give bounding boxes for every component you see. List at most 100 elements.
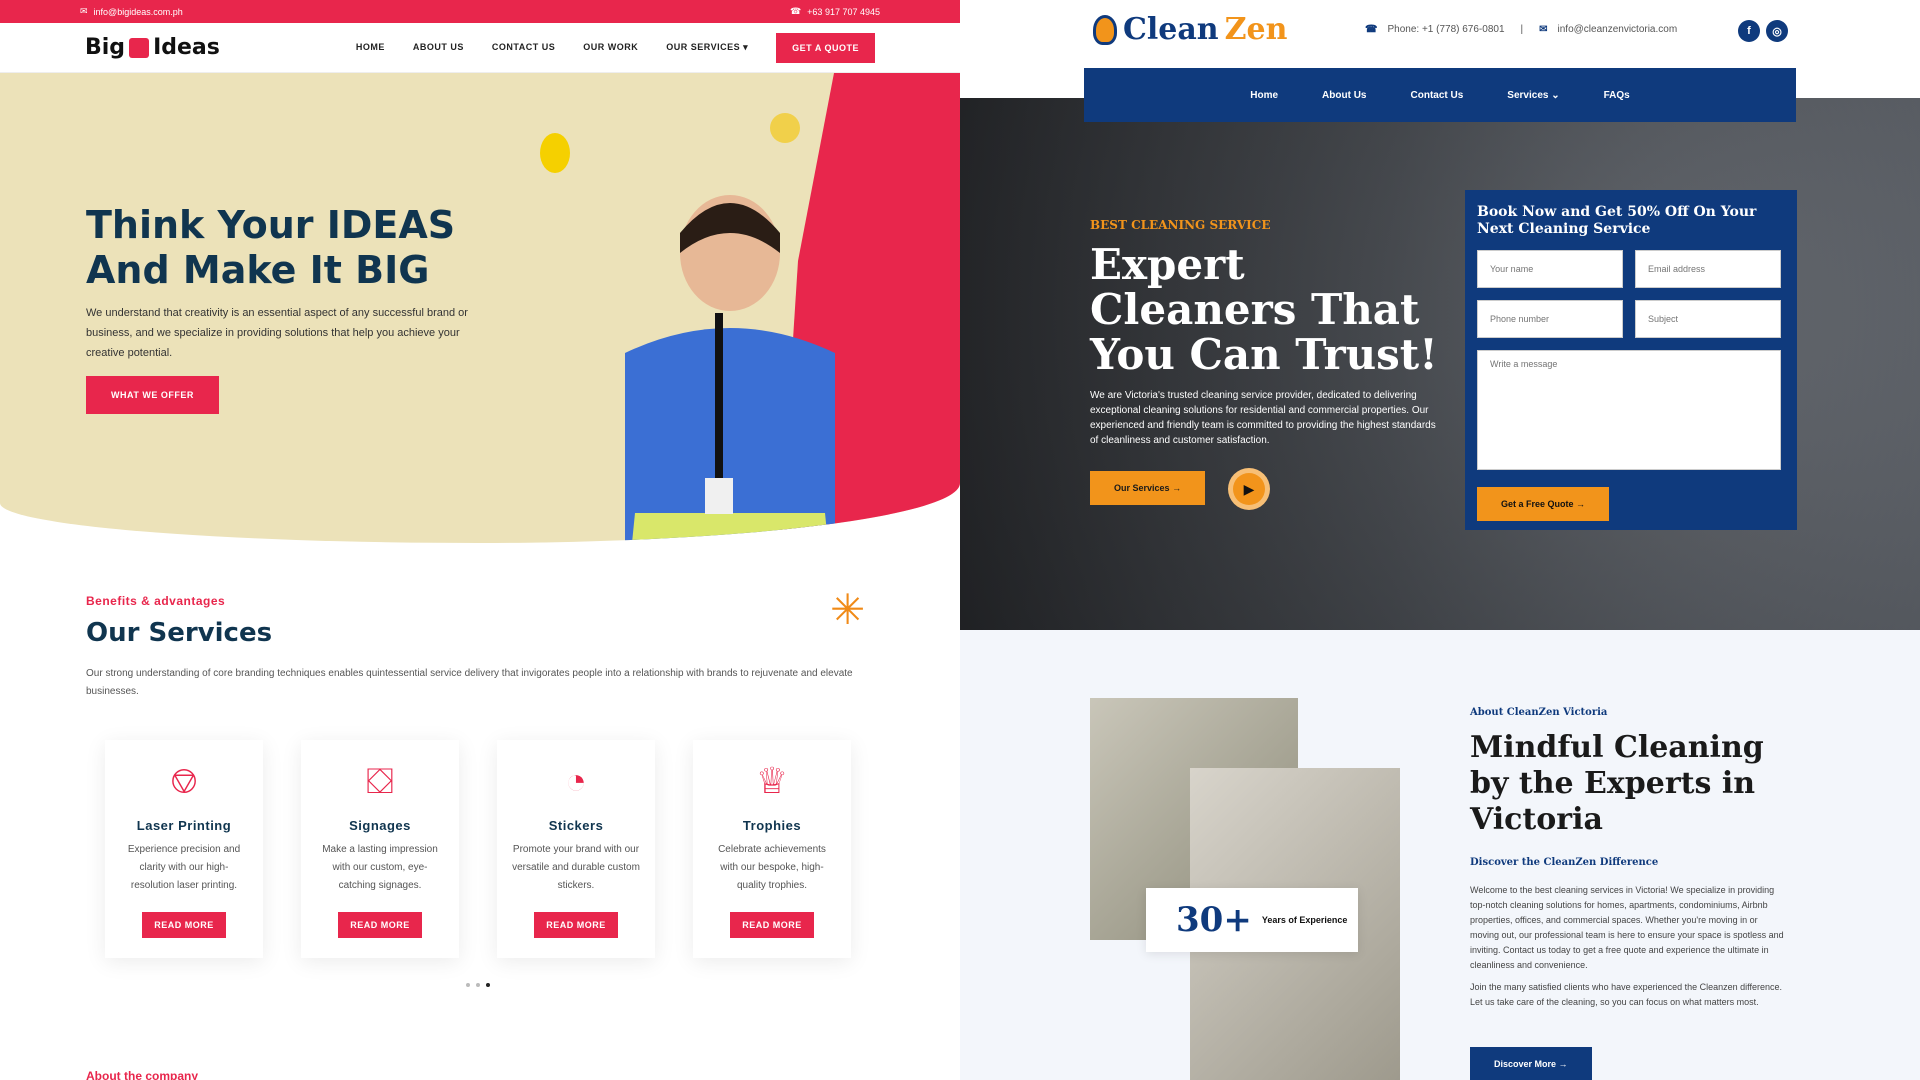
our-services-button[interactable]: Our Services → bbox=[1090, 471, 1206, 505]
lightbulb-icon bbox=[540, 133, 570, 173]
card-title: Stickers bbox=[548, 818, 604, 833]
services-carousel: ⎊ Laser Printing Experience precision an… bbox=[105, 740, 851, 958]
booking-form: Book Now and Get 50% Off On Your Next Cl… bbox=[1465, 190, 1797, 530]
topbar-email[interactable]: ✉ info@bigideas.com.ph bbox=[80, 6, 183, 17]
play-icon: ▶ bbox=[1243, 480, 1255, 497]
about-paragraph-1: Welcome to the best cleaning services in… bbox=[1470, 885, 1784, 970]
card-text: Make a lasting impression with our custo… bbox=[322, 844, 438, 891]
hero-person-image bbox=[625, 195, 835, 543]
main-nav: Big Ideas HOME ABOUT US CONTACT US OUR W… bbox=[0, 23, 960, 73]
header-email[interactable]: ✉ info@cleanzenvictoria.com bbox=[1539, 24, 1677, 35]
read-more-button[interactable]: READ MORE bbox=[338, 912, 422, 938]
header-phone[interactable]: ☎ Phone: +1 (778) 676-0801 bbox=[1365, 24, 1505, 35]
card-text: Promote your brand with our versatile an… bbox=[512, 844, 640, 891]
service-card: ♕ Trophies Celebrate achievements with o… bbox=[693, 740, 851, 958]
nav-services-label: OUR SERVICES bbox=[666, 42, 741, 52]
email-input[interactable] bbox=[1635, 250, 1781, 288]
signage-icon: ⛋ bbox=[366, 760, 394, 801]
hero-title: Think Your IDEAS And Make It BIG bbox=[86, 203, 456, 292]
card-text: Celebrate achievements with our bespoke,… bbox=[718, 844, 826, 891]
get-quote-button[interactable]: GET A QUOTE bbox=[776, 32, 875, 63]
3d-printer-icon: ⎊ bbox=[169, 760, 199, 801]
about-subtitle: Discover the CleanZen Difference bbox=[1470, 857, 1659, 868]
logo[interactable]: Clean Zen bbox=[1093, 12, 1287, 47]
cleanzen-page: Clean Zen ☎ Phone: +1 (778) 676-0801 | ✉ in… bbox=[960, 0, 1920, 1080]
submit-label: Get a Free Quote bbox=[1501, 499, 1574, 509]
nav-contact[interactable]: Contact Us bbox=[1411, 90, 1464, 101]
message-input[interactable] bbox=[1477, 350, 1781, 470]
main-nav: Home About Us Contact Us Services ⌄ FAQs bbox=[1084, 68, 1796, 122]
arrow-right-icon: → bbox=[1558, 1059, 1568, 1069]
carousel-dot[interactable] bbox=[466, 983, 470, 987]
form-title: Book Now and Get 50% Off On Your Next Cl… bbox=[1477, 204, 1757, 237]
hero-desc: We understand that creativity is an esse… bbox=[86, 307, 468, 359]
nav-services-label: Services bbox=[1507, 89, 1549, 101]
nav-services[interactable]: OUR SERVICES ▾ bbox=[666, 42, 748, 53]
years-badge: 30+ Years of Experience bbox=[1146, 888, 1358, 952]
instagram-icon[interactable]: ◎ bbox=[1766, 20, 1788, 42]
subject-input[interactable] bbox=[1635, 300, 1781, 338]
phone-text: Phone: +1 (778) 676-0801 bbox=[1387, 24, 1505, 35]
nav-menu: HOME ABOUT US CONTACT US OUR WORK OUR SE… bbox=[356, 42, 748, 53]
sticker-icon: ◔ bbox=[565, 760, 587, 801]
form-row bbox=[1477, 250, 1785, 288]
years-label: Years of Experience bbox=[1261, 915, 1348, 925]
star-decoration-icon: ✳ bbox=[830, 586, 866, 633]
topbar: ✉ info@bigideas.com.ph ☎ +63 917 707 494… bbox=[0, 0, 960, 23]
email-text[interactable]: info@bigideas.com.ph bbox=[94, 7, 183, 17]
email-icon: ✉ bbox=[1539, 24, 1548, 35]
sun-decoration bbox=[770, 113, 800, 143]
chevron-down-icon: ⌄ bbox=[1551, 89, 1560, 101]
read-more-button[interactable]: READ MORE bbox=[142, 912, 226, 938]
logo[interactable]: Big Ideas bbox=[85, 35, 220, 60]
arrow-right-icon: → bbox=[1172, 483, 1182, 493]
name-input[interactable] bbox=[1477, 250, 1623, 288]
trophy-icon: ♕ bbox=[755, 760, 789, 801]
nav-about[interactable]: About Us bbox=[1322, 90, 1366, 101]
form-row bbox=[1477, 300, 1785, 338]
card-title: Laser Printing bbox=[136, 818, 232, 833]
card-title: Signages bbox=[349, 818, 411, 833]
logo-icon bbox=[1093, 14, 1117, 45]
hero: Think Your IDEAS And Make It BIG We unde… bbox=[0, 73, 960, 543]
years-number: 30+ bbox=[1176, 900, 1252, 940]
service-card: ◔ Stickers Promote your brand with our v… bbox=[497, 740, 655, 958]
divider: | bbox=[1520, 24, 1524, 35]
phone-input[interactable] bbox=[1477, 300, 1623, 338]
carousel-dots[interactable] bbox=[466, 983, 490, 987]
logo-icon bbox=[129, 37, 150, 58]
phone-text[interactable]: +63 917 707 4945 bbox=[807, 7, 880, 17]
service-card: ⎊ Laser Printing Experience precision an… bbox=[105, 740, 263, 958]
facebook-icon[interactable]: f bbox=[1738, 20, 1760, 42]
header-contact: ☎ Phone: +1 (778) 676-0801 | ✉ info@cleanz… bbox=[1365, 24, 1677, 35]
hero-desc: We are Victoria's trusted cleaning servi… bbox=[1090, 390, 1436, 446]
read-more-button[interactable]: READ MORE bbox=[534, 912, 618, 938]
hero-title: Expert Cleaners That You Can Trust! bbox=[1090, 240, 1438, 379]
what-we-offer-button[interactable]: WHAT WE OFFER bbox=[86, 376, 219, 414]
logo-text-clean: Clean bbox=[1123, 12, 1219, 47]
get-free-quote-button[interactable]: Get a Free Quote → bbox=[1477, 487, 1610, 521]
carousel-dot[interactable] bbox=[476, 983, 480, 987]
card-title: Trophies bbox=[742, 818, 802, 833]
services-title: Our Services bbox=[86, 618, 273, 648]
bigideas-page: ✉ info@bigideas.com.ph ☎ +63 917 707 494… bbox=[0, 0, 960, 1080]
carousel-dot-active[interactable] bbox=[486, 983, 490, 987]
service-card: ⛋ Signages Make a lasting impression wit… bbox=[301, 740, 459, 958]
logo-text: Big bbox=[85, 35, 126, 60]
topbar-phone[interactable]: ☎ +63 917 707 4945 bbox=[790, 6, 880, 17]
nav-services[interactable]: Services ⌄ bbox=[1507, 90, 1559, 101]
nav-work[interactable]: OUR WORK bbox=[583, 42, 638, 53]
read-more-button[interactable]: READ MORE bbox=[730, 912, 814, 938]
play-video-button[interactable]: ▶ bbox=[1228, 468, 1270, 510]
email-text: info@cleanzenvictoria.com bbox=[1557, 24, 1678, 35]
nav-about[interactable]: ABOUT US bbox=[413, 42, 464, 53]
card-text: Experience precision and clarity with ou… bbox=[127, 844, 241, 891]
nav-home[interactable]: HOME bbox=[356, 42, 385, 53]
nav-home[interactable]: Home bbox=[1250, 90, 1278, 101]
nav-faqs[interactable]: FAQs bbox=[1604, 90, 1630, 101]
logo-text2: Ideas bbox=[153, 35, 220, 60]
chevron-down-icon: ▾ bbox=[743, 42, 749, 52]
nav-contact[interactable]: CONTACT US bbox=[492, 42, 555, 53]
phone-icon: ☎ bbox=[1365, 24, 1378, 35]
discover-more-button[interactable]: Discover More → bbox=[1470, 1047, 1592, 1080]
